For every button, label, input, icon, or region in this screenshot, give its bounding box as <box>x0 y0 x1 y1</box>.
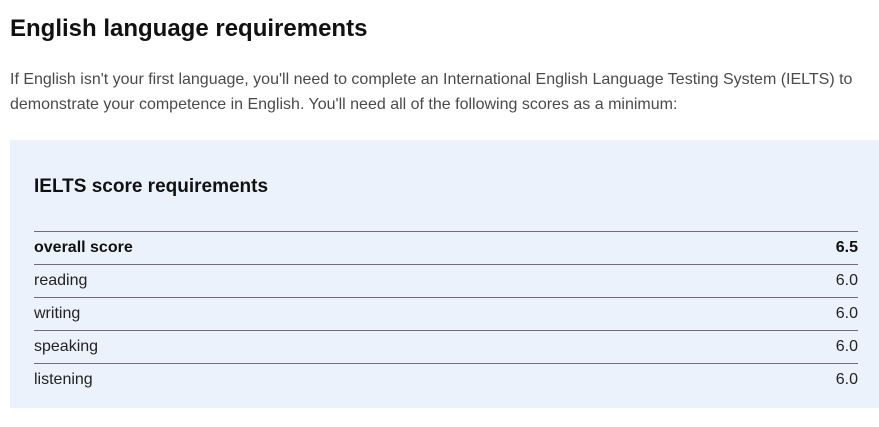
table-row-listening: listening 6.0 <box>34 363 858 397</box>
table-row-speaking: speaking 6.0 <box>34 330 858 364</box>
score-label: listening <box>34 371 93 388</box>
table-row-overall-score: overall score 6.5 <box>34 231 858 265</box>
ielts-score-table: overall score 6.5 reading 6.0 writing 6.… <box>34 231 858 396</box>
table-row-writing: writing 6.0 <box>34 297 858 331</box>
table-row-reading: reading 6.0 <box>34 264 858 298</box>
score-value: 6.0 <box>835 338 858 355</box>
score-label: overall score <box>34 239 133 256</box>
intro-paragraph: If English isn't your first language, yo… <box>10 71 853 113</box>
page-title: English language requirements <box>10 15 368 42</box>
score-value: 6.5 <box>835 239 858 256</box>
score-value: 6.0 <box>835 305 858 322</box>
score-label: writing <box>34 305 81 322</box>
score-value: 6.0 <box>835 272 858 289</box>
ielts-requirements-panel: IELTS score requirements overall score 6… <box>10 140 879 408</box>
score-label: speaking <box>34 338 99 355</box>
score-label: reading <box>34 272 88 289</box>
score-value: 6.0 <box>835 371 858 388</box>
ielts-panel-title: IELTS score requirements <box>34 176 269 197</box>
